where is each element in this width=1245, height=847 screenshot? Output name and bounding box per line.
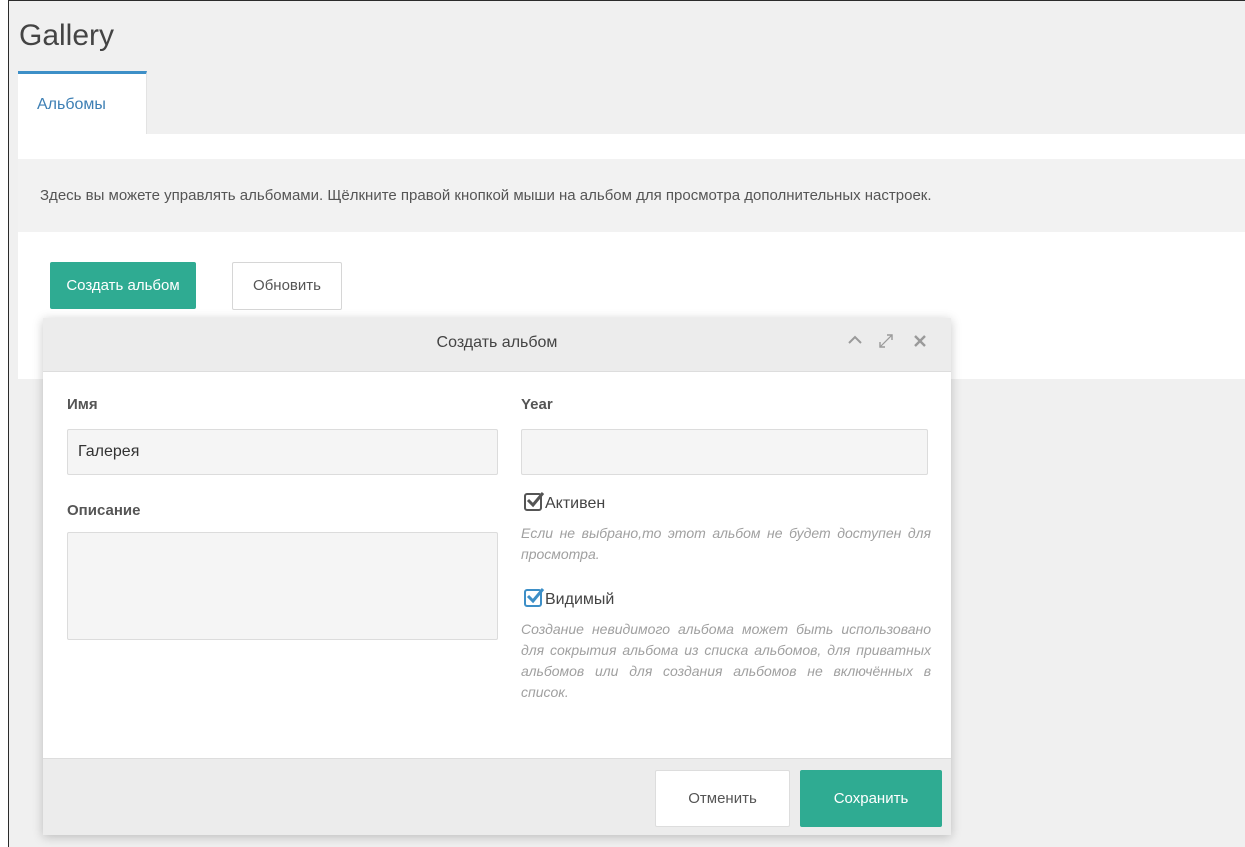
description-label: Описание	[67, 502, 141, 519]
active-checkbox[interactable]: Активен	[524, 492, 606, 513]
active-checkbox-label: Активен	[545, 495, 606, 512]
page-title: Gallery	[19, 19, 115, 52]
info-text: Здесь вы можете управлять альбомами. Щёл…	[40, 187, 932, 204]
close-icon[interactable]	[913, 332, 927, 354]
year-label: Year	[521, 396, 553, 413]
dialog-footer: Отменить Сохранить	[43, 758, 951, 835]
name-label: Имя	[67, 396, 98, 413]
visible-hint: Создание невидимого альбома может быть и…	[521, 621, 931, 700]
name-field[interactable]	[67, 429, 498, 475]
year-field[interactable]	[521, 429, 928, 475]
tab-albums-label: Альбомы	[37, 96, 106, 113]
create-album-button[interactable]: Создать альбом	[50, 262, 196, 309]
info-bar: Здесь вы можете управлять альбомами. Щёл…	[18, 159, 1245, 232]
description-field[interactable]	[67, 532, 498, 640]
expand-icon[interactable]	[877, 332, 895, 356]
save-button[interactable]: Сохранить	[800, 770, 942, 827]
active-hint: Если не выбрано,то этот альбом не будет …	[521, 525, 931, 562]
checkbox-checked-icon	[524, 588, 545, 607]
cancel-button[interactable]: Отменить	[655, 770, 790, 827]
chevron-up-icon[interactable]	[847, 332, 863, 354]
dialog-header[interactable]: Создать альбом	[43, 318, 951, 372]
refresh-button[interactable]: Обновить	[232, 262, 342, 310]
visible-checkbox[interactable]: Видимый	[524, 588, 615, 609]
visible-checkbox-label: Видимый	[545, 591, 615, 608]
tab-albums[interactable]: Альбомы	[18, 71, 147, 135]
checkbox-checked-icon	[524, 492, 545, 511]
dialog-title: Создать альбом	[436, 334, 558, 351]
create-album-dialog: Создать альбом Имя Year Описание Активен…	[43, 318, 951, 835]
